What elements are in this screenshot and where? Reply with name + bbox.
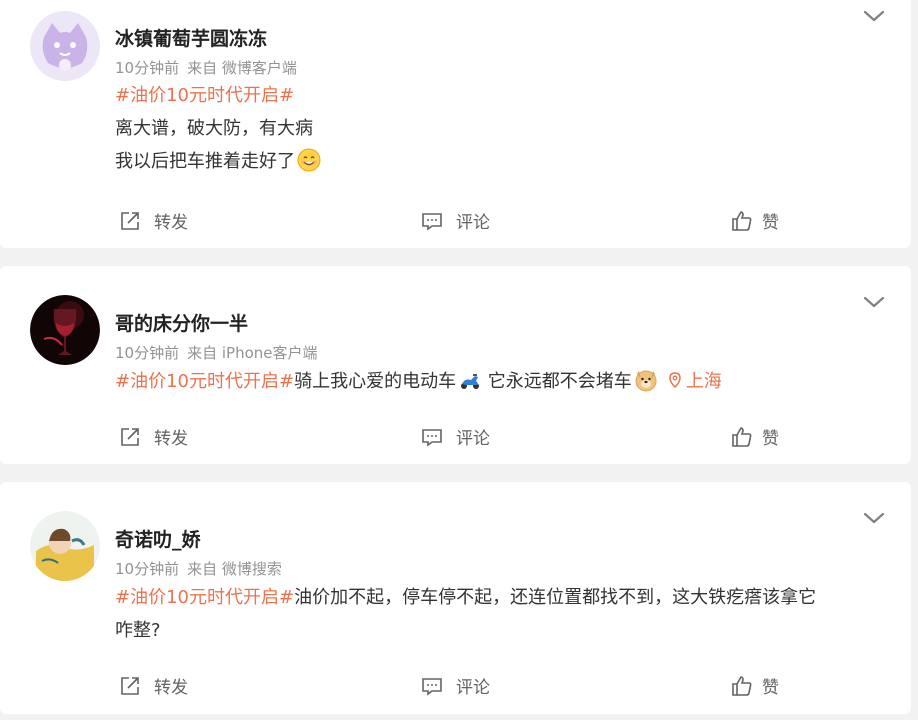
post-card: 冰镇葡萄芋圆冻冻 10分钟前 来自 微博客户端 #油价10元时代开启# 离大谱，破大…: [0, 0, 911, 248]
weibo-feed: 冰镇葡萄芋圆冻冻 10分钟前 来自 微博客户端 #油价10元时代开启# 离大谱，破大…: [0, 0, 918, 720]
doge-emoji: [634, 368, 658, 392]
comment-label: 评论: [456, 678, 490, 698]
location-label: 上海: [685, 371, 722, 392]
comment-button[interactable]: 评论: [420, 208, 490, 233]
comment-icon: [422, 677, 442, 696]
repost-button[interactable]: 转发: [118, 424, 188, 449]
post-line: 咋整?: [115, 614, 881, 647]
post-line: #油价10元时代开启#油价加不起，停车停不起，还连位置都找不到，这大铁疙瘩该拿它: [115, 581, 881, 614]
post-meta: 10分钟前 来自 微博客户端: [115, 57, 297, 78]
repost-label: 转发: [154, 213, 188, 233]
post-text: 骑上我心爱的电动车: [294, 371, 457, 392]
post-line: #油价10元时代开启#骑上我心爱的电动车 它永远都不会堵车 上海: [115, 365, 881, 398]
repost-icon: [121, 427, 139, 446]
avatar[interactable]: [30, 511, 100, 581]
repost-icon: [121, 676, 139, 695]
post-card: 奇诺叻_娇 10分钟前 来自 微博搜索 #油价10元时代开启#油价加不起，停车停不…: [0, 482, 911, 714]
post-card: 哥的床分你一半 10分钟前 来自 iPhone客户端 #油价10元时代开启#骑上我…: [0, 266, 911, 464]
post-line: 离大谱，破大防，有大病: [115, 112, 881, 145]
like-label: 赞: [762, 213, 779, 233]
post-text: 咋整?: [115, 620, 161, 641]
comment-icon: [422, 428, 442, 447]
post-text: 我以后把车推着走好了: [115, 151, 295, 172]
post-text: 它永远都不会堵车: [482, 371, 632, 392]
chevron-down-icon[interactable]: [863, 510, 885, 524]
thumbs-up-icon: [732, 426, 752, 447]
post-content: #油价10元时代开启# 离大谱，破大防，有大病 我以后把车推着走好了: [115, 79, 881, 178]
motor-scooter-emoji: [458, 368, 482, 392]
location-pin-icon: [658, 371, 686, 392]
post-source: 来自 iPhone客户端: [187, 344, 318, 362]
comment-button[interactable]: 评论: [420, 424, 490, 449]
thumbs-up-icon: [732, 210, 752, 231]
chevron-down-icon[interactable]: [863, 8, 885, 22]
post-source: 来自 微博搜索: [187, 560, 282, 578]
repost-label: 转发: [154, 429, 188, 449]
avatar[interactable]: [30, 295, 100, 365]
post-time[interactable]: 10分钟前: [115, 344, 179, 362]
repost-label: 转发: [154, 678, 188, 698]
post-line: 我以后把车推着走好了: [115, 145, 881, 178]
topic-link[interactable]: #油价10元时代开启#: [115, 587, 294, 608]
chevron-down-icon[interactable]: [863, 294, 885, 308]
like-button[interactable]: 赞: [730, 208, 779, 233]
comment-label: 评论: [456, 213, 490, 233]
username[interactable]: 奇诺叻_娇: [115, 525, 201, 552]
smile-emoji: [297, 148, 321, 172]
post-source: 来自 微博客户端: [187, 59, 297, 77]
post-content: #油价10元时代开启#油价加不起，停车停不起，还连位置都找不到，这大铁疙瘩该拿它…: [115, 581, 881, 647]
like-label: 赞: [762, 429, 779, 449]
post-meta: 10分钟前 来自 微博搜索: [115, 558, 282, 579]
thumbs-up-icon: [732, 675, 752, 696]
like-button[interactable]: 赞: [730, 673, 779, 698]
action-bar: 转发 评论 赞: [0, 208, 911, 234]
comment-icon: [422, 212, 442, 231]
repost-icon: [121, 211, 139, 230]
comment-label: 评论: [456, 429, 490, 449]
username[interactable]: 哥的床分你一半: [115, 309, 248, 336]
like-label: 赞: [762, 678, 779, 698]
post-line: #油价10元时代开启#: [115, 79, 881, 112]
location-link[interactable]: 上海: [658, 371, 722, 392]
post-time[interactable]: 10分钟前: [115, 59, 179, 77]
post-meta: 10分钟前 来自 iPhone客户端: [115, 342, 318, 363]
post-content: #油价10元时代开启#骑上我心爱的电动车 它永远都不会堵车 上海: [115, 365, 881, 398]
avatar[interactable]: [30, 11, 100, 81]
topic-link[interactable]: #油价10元时代开启#: [115, 371, 294, 392]
like-button[interactable]: 赞: [730, 424, 779, 449]
comment-button[interactable]: 评论: [420, 673, 490, 698]
action-bar: 转发 评论 赞: [0, 424, 911, 450]
username[interactable]: 冰镇葡萄芋圆冻冻: [115, 24, 267, 51]
repost-button[interactable]: 转发: [118, 208, 188, 233]
post-text: 油价加不起，停车停不起，还连位置都找不到，这大铁疙瘩该拿它: [294, 587, 817, 608]
action-bar: 转发 评论 赞: [0, 673, 911, 699]
post-text: 离大谱，破大防，有大病: [115, 118, 313, 139]
topic-link[interactable]: #油价10元时代开启#: [115, 85, 294, 106]
repost-button[interactable]: 转发: [118, 673, 188, 698]
post-time[interactable]: 10分钟前: [115, 560, 179, 578]
